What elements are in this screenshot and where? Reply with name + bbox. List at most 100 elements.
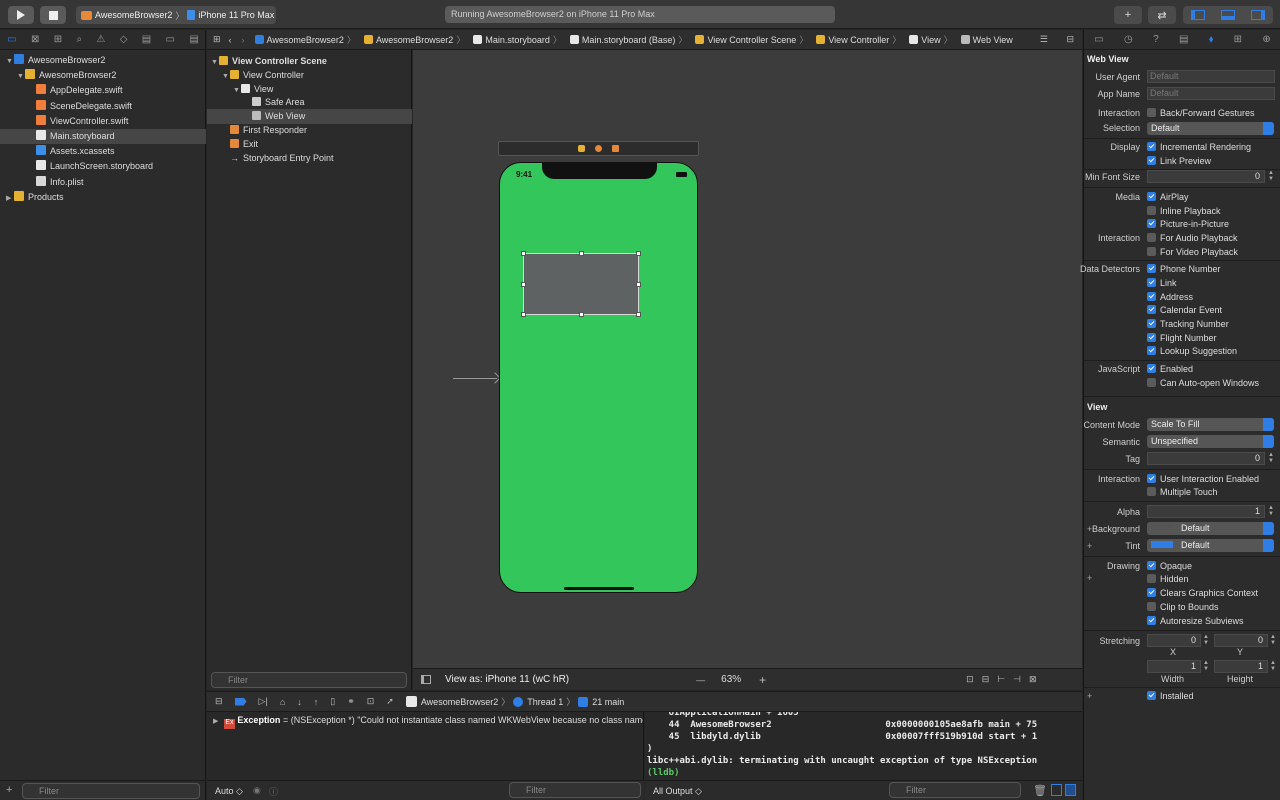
disclosure-triangle-icon[interactable]: ▶ xyxy=(213,718,218,725)
resize-handle[interactable] xyxy=(521,312,526,317)
test-icon[interactable]: ◇ xyxy=(120,34,128,45)
connections-icon[interactable]: ⊕ xyxy=(1262,34,1270,45)
breadcrumb-item[interactable]: AwesomeBrowser2 〉 xyxy=(254,33,356,46)
stretch-x-stepper[interactable]: ▲ ▼ xyxy=(1203,634,1209,647)
breadcrumb-item[interactable]: View 〉 xyxy=(909,33,953,46)
outline-item[interactable]: First Responder xyxy=(207,123,412,138)
view-hierarchy-icon[interactable]: ▯ xyxy=(330,696,335,707)
content-mode-popup[interactable]: Scale To Fill xyxy=(1147,418,1274,431)
calendar-checkbox[interactable] xyxy=(1147,305,1156,314)
outline-item[interactable]: ▼ View Controller xyxy=(207,68,412,83)
min-font-stepper[interactable]: ▲ ▼ xyxy=(1268,170,1274,183)
add-installed-variation-icon[interactable]: + xyxy=(1087,691,1092,701)
navigator-item[interactable]: SceneDelegate.swift xyxy=(0,99,206,114)
stretch-height-field[interactable]: 1 xyxy=(1214,660,1268,673)
navigator-item[interactable]: AppDelegate.swift xyxy=(0,83,206,98)
storyboard-canvas[interactable]: 9:41 xyxy=(413,50,1082,668)
stretch-width-field[interactable]: 1 xyxy=(1147,660,1201,673)
step-over-icon[interactable]: ⌂ xyxy=(280,697,285,707)
report-icon[interactable]: ▤ xyxy=(189,34,198,45)
exit-icon[interactable] xyxy=(612,145,619,152)
breadcrumb-item[interactable]: View Controller Scene 〉 xyxy=(695,33,808,46)
outline-item[interactable]: ▼ View Controller Scene xyxy=(207,54,412,69)
identity-icon[interactable]: ▤ xyxy=(1179,34,1188,45)
outline-filter-input[interactable]: Filter xyxy=(211,672,407,688)
resolve-issues-icon[interactable]: ⊠ xyxy=(1029,674,1037,685)
add-icon[interactable]: + xyxy=(6,784,12,796)
breakpoint-icon[interactable]: ▭ xyxy=(166,34,175,45)
autoresize-checkbox[interactable] xyxy=(1147,616,1156,625)
stretch-height-stepper[interactable]: ▲ ▼ xyxy=(1270,660,1276,673)
breadcrumb-item[interactable]: Web View xyxy=(960,33,1013,46)
navigator-item[interactable]: ▼ AwesomeBrowser2 xyxy=(0,68,206,83)
resize-handle[interactable] xyxy=(579,251,584,256)
stretch-x-field[interactable]: 0 xyxy=(1147,634,1201,647)
hide-debug-icon[interactable]: ⊟ xyxy=(215,696,223,707)
editor-options-icon[interactable]: ☰ xyxy=(1040,34,1048,45)
flight-checkbox[interactable] xyxy=(1147,333,1156,342)
auto-open-checkbox[interactable] xyxy=(1147,378,1156,387)
lookup-checkbox[interactable] xyxy=(1147,346,1156,355)
source-control-icon[interactable]: ⊠ xyxy=(31,34,39,45)
opaque-checkbox[interactable] xyxy=(1147,561,1156,570)
forward-icon[interactable]: › xyxy=(242,35,245,45)
address-checkbox[interactable] xyxy=(1147,292,1156,301)
zoom-in-button[interactable]: + xyxy=(759,673,766,687)
issue-icon[interactable]: ⚠ xyxy=(96,34,105,45)
outline-toggle-icon[interactable] xyxy=(421,675,431,684)
size-icon[interactable]: ⊞ xyxy=(1234,34,1242,45)
view-as-label[interactable]: View as: iPhone 11 (wC hR) xyxy=(445,674,569,685)
zoom-level[interactable]: 63% xyxy=(721,674,741,685)
file-inspector-icon[interactable]: ▭ xyxy=(1094,34,1103,45)
link-preview-checkbox[interactable] xyxy=(1147,156,1156,165)
alpha-field[interactable]: 1 xyxy=(1147,505,1265,518)
breadcrumb-item[interactable]: Main.storyboard (Base) 〉 xyxy=(569,33,687,46)
min-font-field[interactable]: 0 xyxy=(1147,170,1265,183)
debug-icon[interactable]: ▤ xyxy=(142,34,151,45)
resize-handle[interactable] xyxy=(521,251,526,256)
variables-scope-selector[interactable]: Auto ◇ xyxy=(215,786,243,797)
info-icon[interactable]: ⓘ xyxy=(269,785,278,798)
update-frames-icon[interactable]: ⊡ xyxy=(966,674,974,685)
attributes-icon[interactable]: ⬧ xyxy=(1209,34,1214,45)
add-editor-icon[interactable]: ⊟ xyxy=(1066,34,1074,45)
stretch-width-stepper[interactable]: ▲ ▼ xyxy=(1203,660,1209,673)
find-icon[interactable]: ⌕ xyxy=(76,34,82,45)
resize-handle[interactable] xyxy=(636,282,641,287)
lldb-prompt[interactable]: (lldb) xyxy=(647,767,1082,779)
web-view[interactable] xyxy=(521,251,641,317)
debug-toggle-icon[interactable] xyxy=(1221,10,1235,20)
trash-icon[interactable]: 🗑 xyxy=(1033,784,1047,797)
debug-target[interactable]: AwesomeBrowser2 xyxy=(421,697,498,707)
navigator-item[interactable]: ▼ AwesomeBrowser2 xyxy=(0,53,206,68)
console-filter-input[interactable]: Filter xyxy=(889,782,1021,798)
console-output[interactable]: UIApplicationMain + 1605 44 AwesomeBrows… xyxy=(645,712,1082,782)
outline-item[interactable]: Web View xyxy=(207,109,412,125)
airplay-checkbox[interactable] xyxy=(1147,192,1156,201)
multiple-touch-checkbox[interactable] xyxy=(1147,487,1156,496)
resize-handle[interactable] xyxy=(636,312,641,317)
outline-item[interactable]: Safe Area xyxy=(207,95,412,110)
outline-item[interactable]: ▼ View xyxy=(207,82,412,97)
step-into-icon[interactable]: ↓ xyxy=(297,697,302,707)
back-forward-checkbox[interactable] xyxy=(1147,108,1156,117)
navigator-item[interactable]: Assets.xcassets xyxy=(0,144,206,159)
user-interaction-checkbox[interactable] xyxy=(1147,474,1156,483)
add-constraints-icon[interactable]: ⊣ xyxy=(1013,674,1021,685)
breadcrumb-item[interactable]: AwesomeBrowser2 〉 xyxy=(363,33,465,46)
hidden-checkbox[interactable] xyxy=(1147,574,1156,583)
debug-frame[interactable]: 21 main xyxy=(592,697,624,707)
navigator-item[interactable]: Info.plist xyxy=(0,175,206,190)
resize-handle[interactable] xyxy=(521,282,526,287)
continue-icon[interactable]: ▷| xyxy=(259,696,268,707)
debug-thread[interactable]: Thread 1 xyxy=(527,697,563,707)
installed-checkbox[interactable] xyxy=(1147,691,1156,700)
location-icon[interactable]: ➚ xyxy=(386,696,394,707)
split-left-icon[interactable] xyxy=(1051,784,1062,796)
background-popup[interactable]: Default xyxy=(1147,522,1274,535)
app-name-input[interactable]: Default xyxy=(1147,87,1275,100)
scheme-selector[interactable]: AwesomeBrowser2 〉 iPhone 11 Pro Max xyxy=(76,6,276,24)
resize-handle[interactable] xyxy=(636,251,641,256)
zoom-out-button[interactable]: — xyxy=(696,675,705,685)
tint-popup[interactable]: Default xyxy=(1147,539,1274,552)
